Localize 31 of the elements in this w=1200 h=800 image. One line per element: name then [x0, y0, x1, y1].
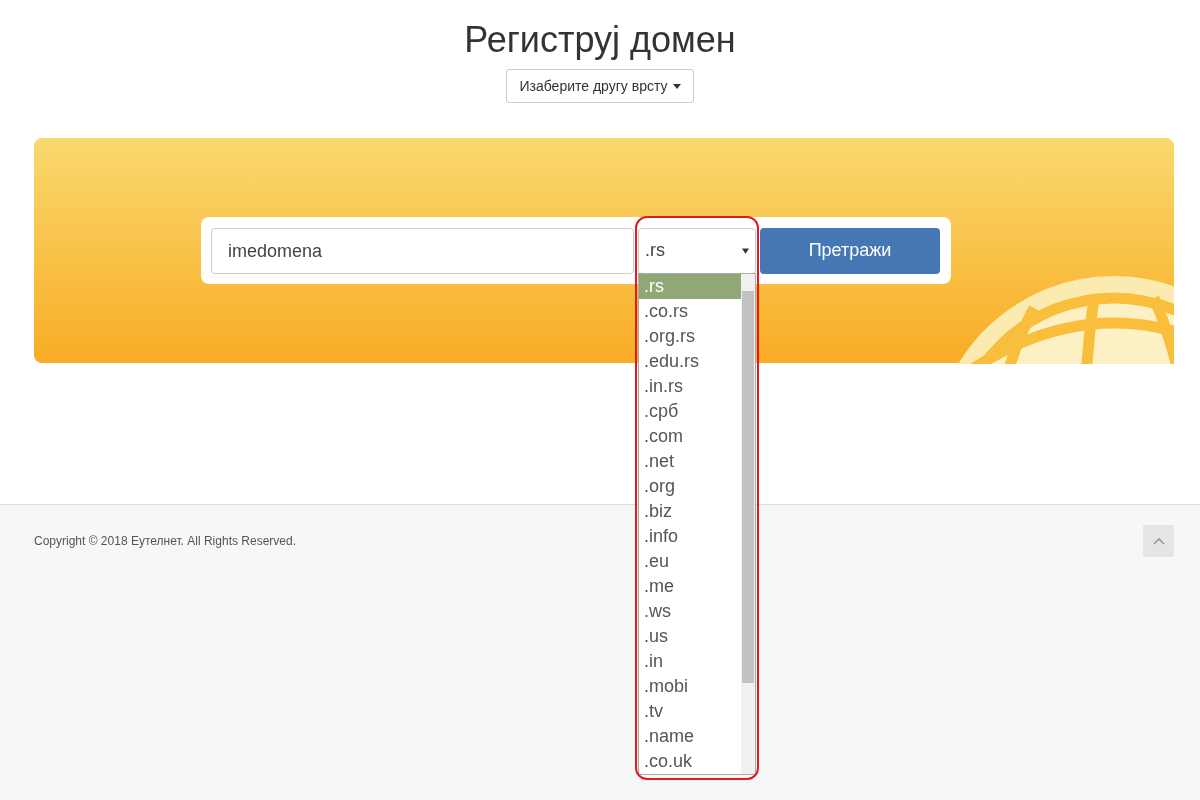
scroll-thumb[interactable]: [742, 290, 754, 683]
extension-option[interactable]: .name: [639, 723, 741, 749]
extension-option[interactable]: .co.rs: [639, 298, 741, 324]
extension-option[interactable]: .info: [639, 523, 741, 549]
extension-option[interactable]: .biz: [639, 498, 741, 524]
extension-option[interactable]: .in.rs: [639, 373, 741, 399]
extension-option[interactable]: .com: [639, 423, 741, 449]
domain-input-field[interactable]: imedomena: [211, 227, 634, 274]
search-button[interactable]: Претражи: [760, 227, 940, 274]
extension-option[interactable]: .mobi: [639, 673, 741, 699]
page-title: Региструј домен: [463, 18, 737, 62]
extension-option[interactable]: .eu: [639, 548, 741, 574]
caret-icon: [672, 83, 681, 89]
scroll-top-button[interactable]: [1143, 525, 1174, 557]
dropdown-arrow-icon: [742, 247, 749, 254]
extension-option[interactable]: .срб: [639, 398, 741, 424]
extension-option[interactable]: .tv: [639, 698, 741, 724]
extension-option[interactable]: .me: [639, 573, 741, 599]
extension-option[interactable]: .ws: [639, 598, 741, 624]
extension-option[interactable]: .org: [639, 473, 741, 499]
extension-option[interactable]: .co.uk: [639, 748, 741, 774]
extension-option[interactable]: .edu.rs: [639, 348, 741, 374]
extension-select[interactable]: .rs: [638, 227, 756, 274]
copyright-text: Copyright © 2018 Еутелнет. All Rights Reserved.: [34, 534, 296, 548]
extension-option[interactable]: .net: [639, 448, 741, 474]
chevron-up-icon: [1152, 537, 1165, 545]
scrollbar[interactable]: [741, 273, 755, 774]
extension-option[interactable]: .us: [639, 623, 741, 649]
type-dropdown-button[interactable]: Изаберите другу врсту: [506, 69, 694, 103]
extension-option[interactable]: .org.rs: [639, 323, 741, 349]
extension-option[interactable]: .in: [639, 648, 741, 674]
